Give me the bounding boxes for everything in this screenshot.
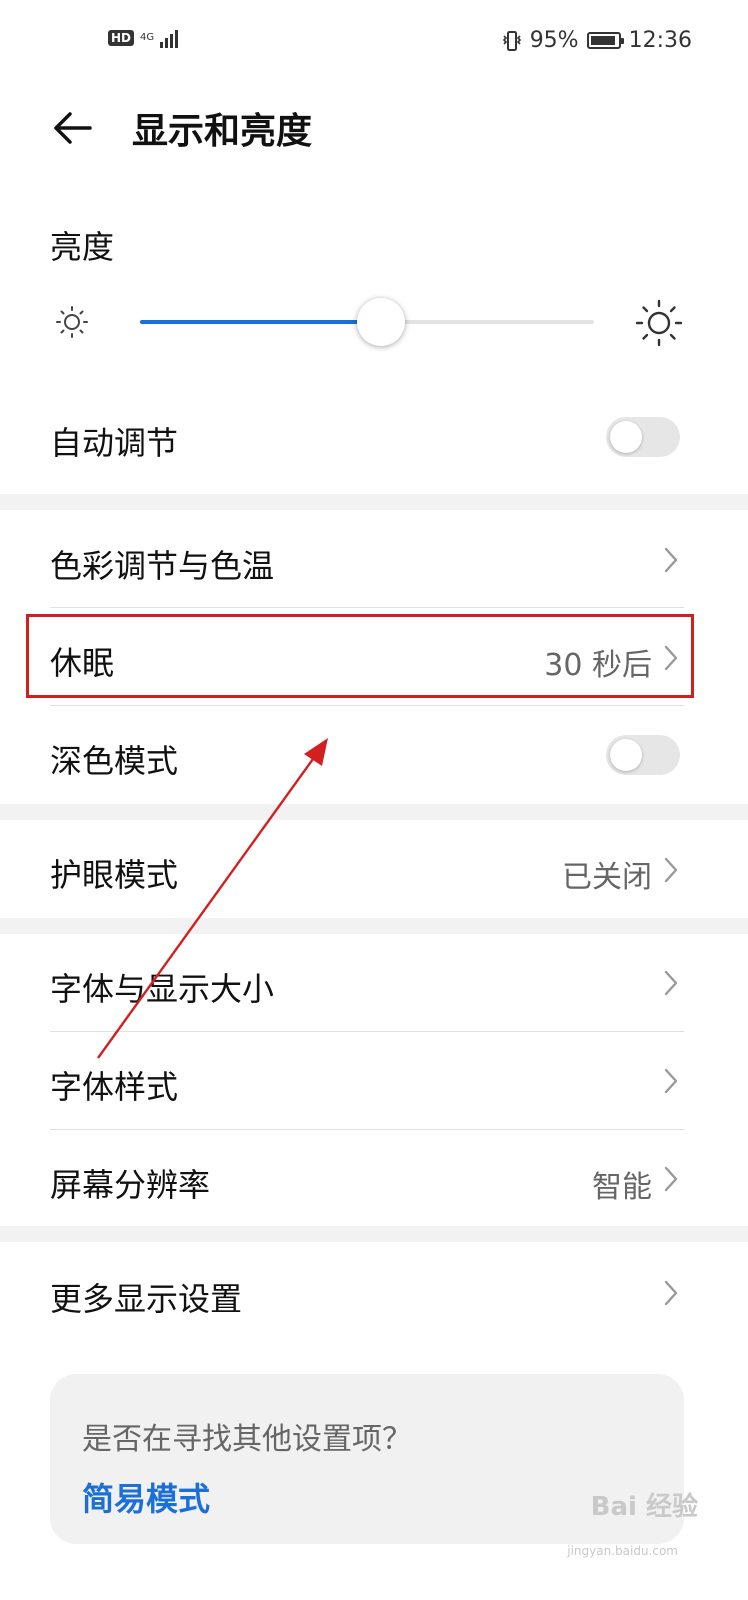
battery-icon [586,32,624,49]
suggestion-card: 是否在寻找其他设置项？ 简易模式 [50,1374,684,1544]
section-divider [0,494,748,510]
hd-icon: HD [108,30,135,46]
annotation-highlight-box [26,614,694,698]
more-display-label[interactable]: 更多显示设置 [50,1274,242,1320]
brightness-high-icon [635,299,683,347]
watermark-url: jingyan.baidu.com [567,1544,678,1558]
divider [50,1129,684,1130]
divider [50,705,684,706]
toggle-knob [610,421,642,453]
divider [50,1031,684,1032]
auto-adjust-toggle[interactable] [606,417,680,457]
toggle-knob [610,739,642,771]
auto-adjust-label: 自动调节 [50,424,179,462]
chevron-right-icon [664,1280,678,1306]
section-divider [0,1226,748,1242]
section-divider [0,804,748,820]
section-divider [0,918,748,934]
chevron-right-icon [664,857,678,883]
brightness-slider-thumb[interactable] [356,298,405,346]
vibrate-icon [502,30,521,51]
dark-mode-label: 深色模式 [50,742,179,780]
page-title: 显示和亮度 [132,111,313,152]
divider [50,607,684,608]
signal-icon [160,28,179,48]
color-temp-label[interactable]: 色彩调节与色温 [50,541,274,587]
chevron-right-icon [664,547,678,573]
clock: 12:36 [628,28,692,53]
font-size-label[interactable]: 字体与显示大小 [50,964,274,1010]
back-arrow-icon[interactable] [50,106,98,150]
brightness-low-icon [56,306,88,338]
resolution-value: 智能 [592,1170,652,1205]
status-right: 95% 12:36 [502,28,692,53]
suggestion-question: 是否在寻找其他设置项？ [82,1422,412,1457]
network-type: 4G [140,32,155,43]
dark-mode-toggle[interactable] [606,735,680,775]
status-left: HD 4G [108,28,179,48]
font-style-label[interactable]: 字体样式 [50,1062,178,1108]
eye-care-value: 已关闭 [562,860,652,895]
status-bar: HD 4G 95% 12:36 [0,0,748,84]
chevron-right-icon [664,1068,678,1094]
brightness-slider-fill [140,320,381,324]
watermark-logo: Bai 经验 [590,1492,698,1522]
chevron-right-icon [664,1166,678,1192]
eye-care-label[interactable]: 护眼模式 [50,850,178,896]
chevron-right-icon [664,970,678,996]
resolution-label[interactable]: 屏幕分辨率 [50,1160,210,1206]
simple-mode-link[interactable]: 简易模式 [82,1474,210,1520]
battery-percent: 95% [529,28,579,53]
brightness-label: 亮度 [50,228,115,266]
